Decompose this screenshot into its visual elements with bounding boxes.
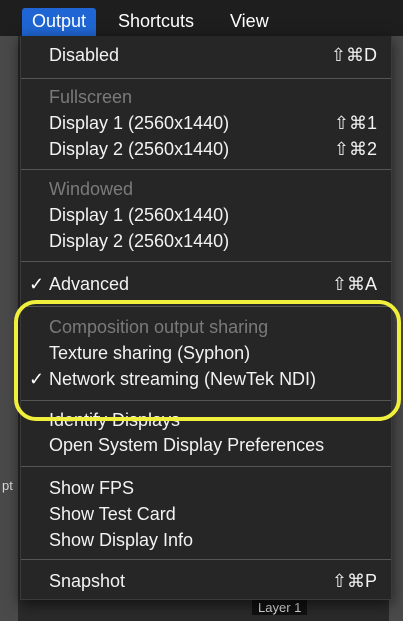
menubar: Output Shortcuts View <box>0 0 403 36</box>
separator <box>21 261 391 262</box>
menu-item-windowed-display-1[interactable]: Display 1 (2560x1440) <box>49 203 377 227</box>
section-header-windowed: Windowed <box>49 179 134 199</box>
menu-output[interactable]: Output <box>22 8 97 36</box>
shortcut-text: ⇧⌘P <box>331 571 377 591</box>
separator <box>21 78 391 79</box>
menu-item-show-fps[interactable]: Show FPS <box>49 476 377 500</box>
menu-item-fullscreen-display-2[interactable]: Display 2 (2560x1440) ⇧⌘2 <box>49 137 377 161</box>
layer-label[interactable]: Layer 1 <box>252 600 308 615</box>
menu-shortcuts[interactable]: Shortcuts <box>108 8 204 36</box>
menu-item-disabled[interactable]: Disabled ⇧⌘D <box>49 43 377 67</box>
menu-item-show-display-info[interactable]: Show Display Info <box>49 528 377 552</box>
shortcut-text: ⇧⌘2 <box>333 139 377 159</box>
menu-item-fullscreen-display-1[interactable]: Display 1 (2560x1440) ⇧⌘1 <box>49 111 377 135</box>
menu-item-label: Display 1 (2560x1440) <box>49 113 230 133</box>
section-header-fullscreen: Fullscreen <box>49 87 133 107</box>
separator <box>21 559 391 560</box>
menu-item-snapshot[interactable]: Snapshot ⇧⌘P <box>49 569 377 593</box>
separator <box>21 466 391 467</box>
shortcut-text: ⇧⌘A <box>331 274 377 294</box>
background-left-text: pt <box>2 478 13 493</box>
menu-item-label: Advanced <box>49 274 130 294</box>
menu-item-windowed-display-2[interactable]: Display 2 (2560x1440) <box>49 229 377 253</box>
menu-item-label: Display 2 (2560x1440) <box>49 139 230 159</box>
menu-item-advanced[interactable]: ✓ Advanced ⇧⌘A <box>29 272 377 296</box>
menu-item-label: Snapshot <box>49 571 126 591</box>
separator <box>21 169 391 170</box>
shortcut-text: ⇧⌘D <box>330 45 377 65</box>
shortcut-text: ⇧⌘1 <box>333 113 377 133</box>
annotation-highlight <box>14 300 401 421</box>
checkmark-icon: ✓ <box>29 274 45 294</box>
menu-view[interactable]: View <box>220 8 279 36</box>
menu-item-show-test-card[interactable]: Show Test Card <box>49 502 377 526</box>
menu-item-label: Disabled <box>49 45 120 65</box>
menu-item-open-system-display-preferences[interactable]: Open System Display Preferences <box>49 433 377 457</box>
